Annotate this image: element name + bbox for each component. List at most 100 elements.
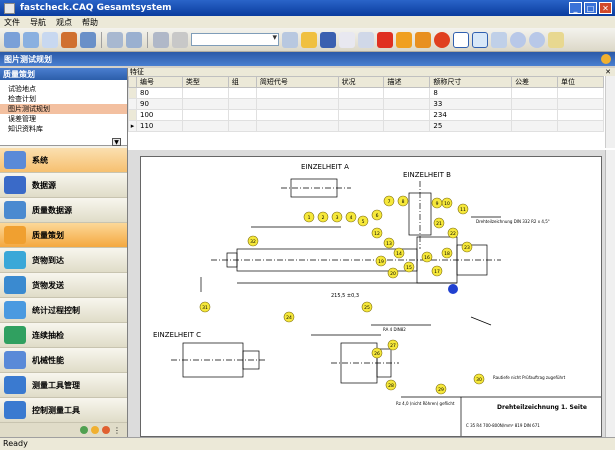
minimize-icon[interactable]: _ (569, 2, 582, 14)
filter-off-icon[interactable] (172, 31, 188, 48)
table-cell[interactable] (255, 87, 339, 99)
nav-button-machine[interactable]: 机械性能 (0, 348, 127, 373)
document-icon[interactable] (42, 31, 58, 48)
table-cell[interactable] (181, 87, 229, 99)
table-cell[interactable] (255, 109, 339, 121)
table-cell[interactable] (383, 98, 431, 110)
table-cell[interactable] (181, 120, 229, 132)
row-selector[interactable] (128, 87, 137, 99)
menu-file[interactable]: 文件 (4, 17, 20, 28)
column-header[interactable]: 描述 (383, 76, 431, 88)
table-cell[interactable]: 100 (136, 109, 183, 121)
table-cell[interactable] (227, 98, 257, 110)
frame-icon[interactable] (453, 31, 469, 48)
save-icon[interactable] (320, 31, 336, 48)
menu-help[interactable]: 帮助 (82, 17, 98, 28)
delete-icon[interactable] (377, 31, 393, 48)
zoom-in-icon[interactable] (510, 31, 526, 48)
table-cell[interactable] (556, 120, 605, 132)
table-cell[interactable]: 90 (136, 98, 183, 110)
table-row[interactable]: 90 33 (128, 98, 605, 110)
table-cell[interactable] (511, 87, 558, 99)
table-cell[interactable]: 25 (429, 120, 513, 132)
forward-icon[interactable] (23, 31, 39, 48)
grid-scrollbar[interactable] (605, 76, 615, 148)
table-cell[interactable]: 8 (429, 87, 513, 99)
record-icon[interactable] (434, 31, 450, 48)
yellow-dot-icon[interactable] (91, 426, 99, 434)
table-cell[interactable] (556, 109, 605, 121)
grid-icon[interactable] (107, 31, 123, 48)
row-selector[interactable] (128, 98, 137, 110)
nav-button-gauge-mgmt[interactable]: 测量工具管理 (0, 373, 127, 398)
nav-button-system[interactable]: 系统 (0, 148, 127, 173)
list-item[interactable]: 试验地点 (0, 84, 127, 94)
table-cell[interactable] (181, 98, 229, 110)
new-document-icon[interactable] (339, 31, 355, 48)
table-cell[interactable]: 234 (429, 109, 513, 121)
list-item[interactable]: 检查计划 (0, 94, 127, 104)
table-cell[interactable] (337, 109, 385, 121)
menu-view[interactable]: 观点 (56, 17, 72, 28)
window-icon[interactable] (472, 31, 488, 48)
hand-pointer-icon[interactable] (396, 31, 412, 48)
zoom-out-icon[interactable] (529, 31, 545, 48)
table-cell[interactable] (181, 109, 229, 121)
form-icon[interactable] (282, 31, 298, 48)
column-header[interactable]: 简短代号 (255, 76, 339, 88)
table-cell[interactable] (556, 87, 605, 99)
list-item[interactable]: 误差管理 (0, 114, 127, 124)
orange-dot-icon[interactable] (102, 426, 110, 434)
table-cell[interactable] (255, 98, 339, 110)
table-row[interactable]: 80 8 (128, 87, 605, 99)
table-cell[interactable] (227, 109, 257, 121)
info-icon[interactable] (601, 54, 611, 64)
column-header[interactable]: 额称尺寸 (429, 76, 513, 88)
table-cell[interactable] (511, 120, 558, 132)
refresh-icon[interactable] (80, 31, 96, 48)
maximize-icon[interactable]: □ (584, 2, 597, 14)
row-selector[interactable]: ▸ (128, 120, 137, 132)
image-icon[interactable] (491, 31, 507, 48)
table-cell[interactable]: 33 (429, 98, 513, 110)
table-cell[interactable] (511, 98, 558, 110)
pin-icon[interactable]: ✕ (605, 68, 611, 76)
green-dot-icon[interactable] (80, 426, 88, 434)
open-folder-icon[interactable] (301, 31, 317, 48)
column-header[interactable]: 类型 (181, 76, 229, 88)
list-item-selected[interactable]: 图片测试规划 (0, 104, 127, 114)
table-cell[interactable] (337, 98, 385, 110)
table-cell[interactable] (227, 120, 257, 132)
nav-button-spc[interactable]: 统计过程控制 (0, 298, 127, 323)
table-cell[interactable] (383, 120, 431, 132)
table-cell[interactable]: 80 (136, 87, 183, 99)
nav-button-goods-in[interactable]: 货物到达 (0, 248, 127, 273)
nav-button-goods-out[interactable]: 货物发送 (0, 273, 127, 298)
nav-button-quality-data[interactable]: 质量数据源 (0, 198, 127, 223)
table-cell[interactable] (337, 120, 385, 132)
filter-combo[interactable] (191, 33, 279, 46)
overflow-icon[interactable]: ⋮ (113, 426, 121, 435)
table-cell[interactable] (511, 109, 558, 121)
table-cell[interactable] (227, 87, 257, 99)
table-cell[interactable] (383, 87, 431, 99)
table-cell[interactable] (556, 98, 605, 110)
column-header[interactable]: 编号 (136, 76, 183, 88)
column-header[interactable]: 状况 (337, 76, 385, 88)
table-cell[interactable] (255, 120, 339, 132)
filter-icon[interactable] (153, 31, 169, 48)
edit-icon[interactable] (358, 31, 374, 48)
menu-navigate[interactable]: 导航 (30, 17, 46, 28)
close-icon[interactable]: ✕ (599, 2, 612, 14)
tools-icon[interactable] (61, 31, 77, 48)
drawing-sheet[interactable]: EINZELHEIT A EINZELHEIT B EINZELHEIT C 2… (140, 156, 602, 437)
selected-balloon-marker[interactable] (448, 284, 458, 294)
chart-icon[interactable] (126, 31, 142, 48)
nav-button-gauge-control[interactable]: 控制测量工具 (0, 398, 127, 423)
table-cell[interactable]: 110 (136, 120, 183, 132)
nav-button-sampling[interactable]: 连续抽检 (0, 323, 127, 348)
fit-icon[interactable] (548, 31, 564, 48)
column-header[interactable]: 公差 (511, 76, 558, 88)
chevron-down-icon[interactable]: ▼ (112, 138, 121, 146)
column-header[interactable]: 组 (227, 76, 257, 88)
